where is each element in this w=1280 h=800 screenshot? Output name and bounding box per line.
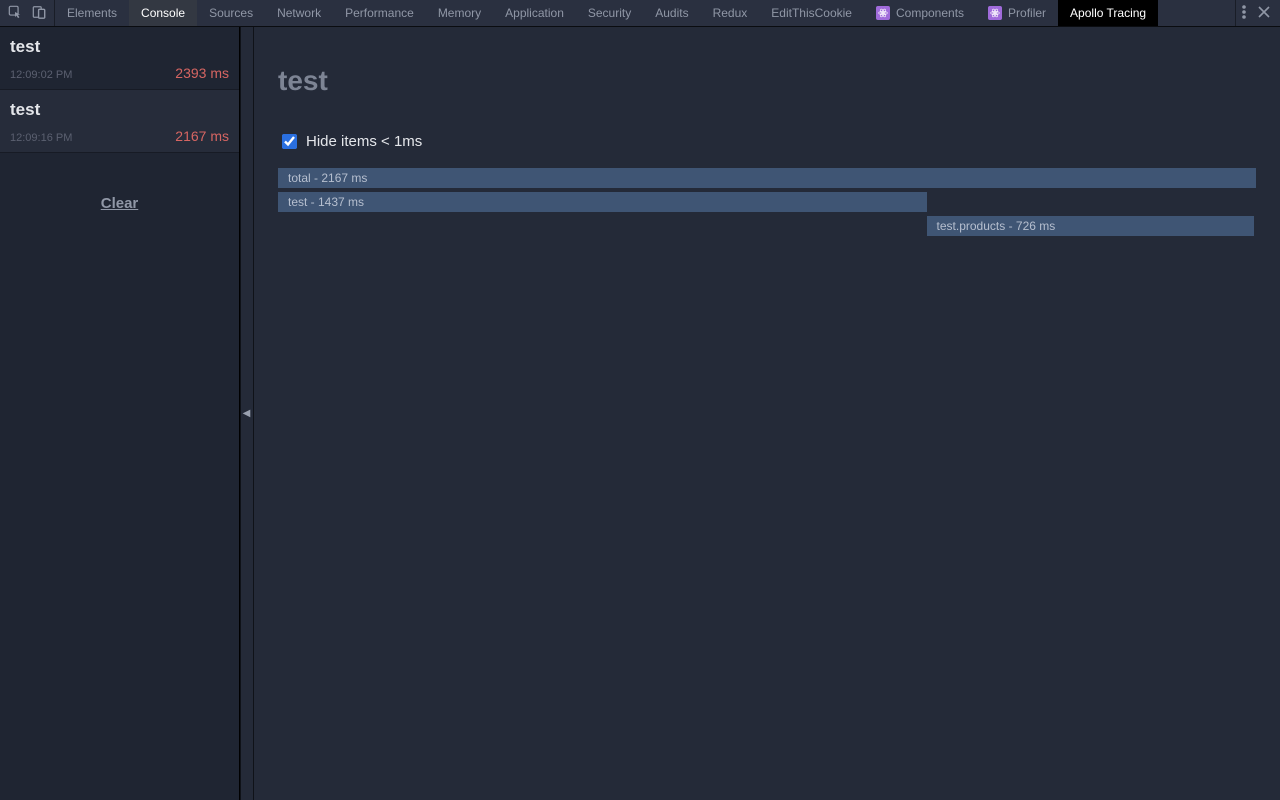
tracing-detail: test Hide items < 1ms total - 2167 ms tes… <box>254 27 1280 800</box>
tabstrip-tail <box>1235 0 1280 26</box>
close-devtools-icon[interactable] <box>1258 6 1270 21</box>
operation-name: test <box>10 100 229 120</box>
tab-console[interactable]: Console <box>129 0 197 26</box>
clear-button[interactable]: Clear <box>0 153 239 254</box>
tracing-bar[interactable]: test - 1437 ms <box>278 192 927 212</box>
tab-redux-label: Redux <box>713 6 748 20</box>
tab-apollo-tracing-label: Apollo Tracing <box>1070 6 1146 20</box>
tab-application[interactable]: Application <box>493 0 576 26</box>
operation-timestamp: 12:09:16 PM <box>10 132 72 144</box>
tab-security-label: Security <box>588 6 631 20</box>
tab-elements[interactable]: Elements <box>55 0 129 26</box>
tab-performance[interactable]: Performance <box>333 0 426 26</box>
tracing-bars: total - 2167 ms test - 1437 mstest.produc… <box>278 168 1256 236</box>
inspect-element-icon[interactable] <box>8 5 22 22</box>
tab-profiler-label: Profiler <box>1008 6 1046 20</box>
tab-performance-label: Performance <box>345 6 414 20</box>
react-badge-icon <box>876 6 890 20</box>
tab-sources-label: Sources <box>209 6 253 20</box>
tab-components-label: Components <box>896 6 964 20</box>
tab-redux[interactable]: Redux <box>701 0 760 26</box>
tab-network[interactable]: Network <box>265 0 333 26</box>
tab-audits-label: Audits <box>655 6 688 20</box>
more-tabs-icon[interactable] <box>1242 5 1246 22</box>
tracing-bar[interactable]: test.products - 726 ms <box>927 216 1255 236</box>
tracing-bar-row: test - 1437 ms <box>278 192 1256 212</box>
tab-memory-label: Memory <box>438 6 481 20</box>
tab-profiler[interactable]: Profiler <box>976 0 1058 26</box>
tab-editthiscookie[interactable]: EditThisCookie <box>759 0 864 26</box>
tab-elements-label: Elements <box>67 6 117 20</box>
operation-name: test <box>10 37 229 57</box>
tab-console-label: Console <box>141 6 185 20</box>
tracing-bar-row: test.products - 726 ms <box>278 216 1256 236</box>
panel-body: test 12:09:02 PM 2393 ms test 12:09:16 PM 216… <box>0 27 1280 800</box>
tab-components[interactable]: Components <box>864 0 976 26</box>
tab-application-label: Application <box>505 6 564 20</box>
tab-security[interactable]: Security <box>576 0 643 26</box>
tracing-bar[interactable]: total - 2167 ms <box>278 168 1256 188</box>
tab-sources[interactable]: Sources <box>197 0 265 26</box>
tab-editthiscookie-label: EditThisCookie <box>771 6 852 20</box>
operation-duration: 2393 ms <box>175 65 229 81</box>
hide-fast-items-toggle[interactable]: Hide items < 1ms <box>278 131 1256 152</box>
collapse-left-icon: ◀ <box>243 408 251 419</box>
devtools-tabstrip: Elements Console Sources Network Perform… <box>0 0 1280 27</box>
tab-memory[interactable]: Memory <box>426 0 493 26</box>
operation-duration: 2167 ms <box>175 128 229 144</box>
tab-apollo-tracing[interactable]: Apollo Tracing <box>1058 0 1158 26</box>
sidebar-splitter[interactable]: ◀ <box>240 27 254 800</box>
operation-title: test <box>278 65 1256 97</box>
operation-entry[interactable]: test 12:09:02 PM 2393 ms <box>0 27 239 90</box>
operation-timestamp: 12:09:02 PM <box>10 69 72 81</box>
inspector-tools <box>0 0 55 26</box>
tab-audits[interactable]: Audits <box>643 0 700 26</box>
react-badge-icon <box>988 6 1002 20</box>
operations-sidebar: test 12:09:02 PM 2393 ms test 12:09:16 PM 216… <box>0 27 240 800</box>
tracing-bar-row: total - 2167 ms <box>278 168 1256 188</box>
device-toolbar-icon[interactable] <box>32 5 46 22</box>
devtools-tabs: Elements Console Sources Network Perform… <box>55 0 1235 26</box>
clear-button-label: Clear <box>101 195 139 212</box>
hide-fast-items-label: Hide items < 1ms <box>306 133 422 150</box>
hide-fast-items-checkbox[interactable] <box>282 134 297 149</box>
operation-entry[interactable]: test 12:09:16 PM 2167 ms <box>0 90 239 153</box>
tab-network-label: Network <box>277 6 321 20</box>
